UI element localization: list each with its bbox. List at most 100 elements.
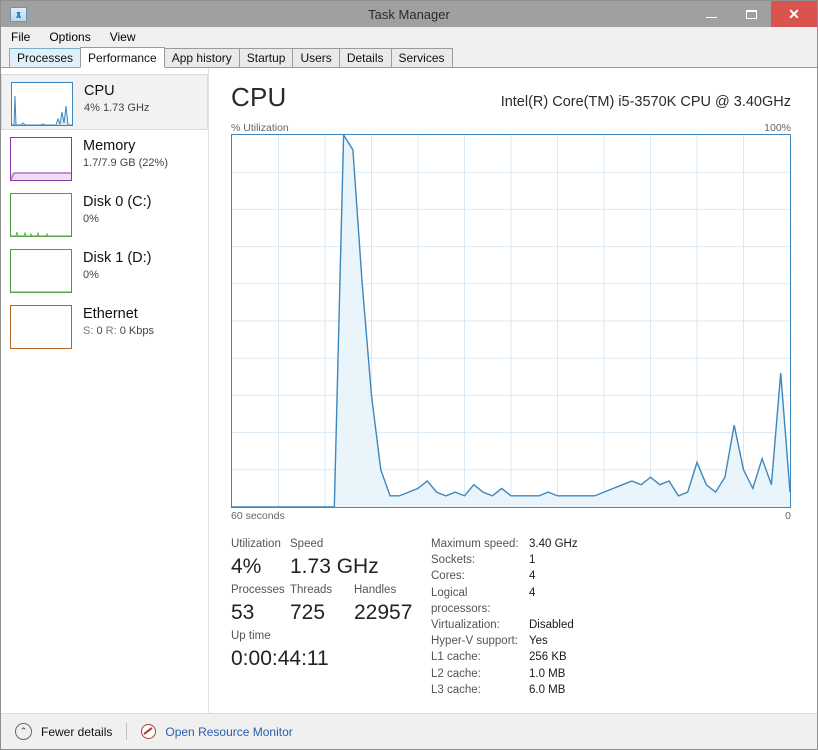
sidebar-item-cpu-text: CPU 4% 1.73 GHz	[84, 82, 149, 116]
disk1-thumbnail-chart	[10, 249, 72, 293]
sidebar-item-memory-subtitle: 1.7/7.9 GB (22%)	[83, 157, 168, 169]
open-resource-monitor-link[interactable]: Open Resource Monitor	[165, 725, 292, 739]
detail-logical-processors-key: Logical processors:	[431, 586, 491, 615]
x-axis-right-label: 0	[785, 510, 791, 522]
footer-divider	[126, 723, 128, 740]
detail-hyperv-support-value: Yes	[529, 635, 548, 648]
memory-thumbnail-chart	[10, 137, 72, 181]
tab-bar: Processes Performance App history Startu…	[1, 47, 817, 68]
title-bar[interactable]: Task Manager ✕	[1, 1, 817, 27]
stat-threads-label: Threads	[290, 584, 333, 596]
status-bar: ⌃ Fewer details Open Resource Monitor	[1, 713, 817, 749]
detail-maximum-speed-key: Maximum speed:	[431, 538, 519, 550]
sidebar-item-ethernet-title: Ethernet	[83, 306, 138, 322]
detail-l1-cache-value: 256 KB	[529, 651, 567, 664]
stat-processes: Processes 53	[231, 582, 290, 626]
detail-l2-cache-value: 1.0 MB	[529, 667, 566, 680]
cpu-thumbnail-chart	[11, 82, 73, 126]
cpu-header: CPU Intel(R) Core(TM) i5-3570K CPU @ 3.4…	[231, 82, 791, 113]
detail-virtualization: Virtualization: Disabled	[431, 617, 791, 633]
sidebar-item-disk0-title: Disk 0 (C:)	[83, 194, 152, 210]
menu-item-options[interactable]: Options	[49, 30, 90, 44]
sidebar-item-memory[interactable]: Memory 1.7/7.9 GB (22%)	[1, 130, 208, 186]
detail-l3-cache-value: 6.0 MB	[529, 683, 566, 696]
stat-uptime: Up time 0:00:44:11	[231, 628, 329, 672]
detail-cores-key: Cores:	[431, 570, 465, 583]
stat-utilization-value: 4%	[231, 555, 262, 578]
stat-speed-label: Speed	[290, 538, 324, 550]
cpu-model-label: Intel(R) Core(TM) i5-3570K CPU @ 3.40GHz	[500, 94, 791, 110]
resource-monitor-icon[interactable]	[141, 724, 157, 739]
sidebar-item-memory-title: Memory	[83, 138, 136, 154]
detail-sockets: Sockets: 1	[431, 552, 791, 568]
sidebar-item-disk0-subtitle: 0%	[83, 213, 99, 225]
detail-cores-value: 4	[529, 570, 536, 583]
sidebar-item-ethernet-subtitle: S: 0 R: 0 Kbps	[83, 324, 154, 339]
window-controls: ✕	[691, 1, 817, 27]
tab-performance[interactable]: Performance	[80, 47, 165, 68]
stat-speed: Speed 1.73 GHz	[290, 536, 390, 580]
tab-details[interactable]: Details	[338, 48, 392, 68]
detail-maximum-speed: Maximum speed: 3.40 GHz	[431, 536, 791, 552]
tab-users[interactable]: Users	[292, 48, 340, 68]
detail-hyperv-support: Hyper-V support: Yes	[431, 633, 791, 649]
ethernet-receive-label: R:	[105, 325, 117, 337]
sidebar-item-cpu-subtitle: 4% 1.73 GHz	[84, 102, 150, 114]
menu-item-view[interactable]: View	[110, 30, 136, 44]
detail-l1-cache-key: L1 cache:	[431, 651, 481, 664]
page-title: CPU	[231, 82, 287, 112]
ethernet-send-value: 0	[96, 325, 103, 337]
stat-speed-value: 1.73 GHz	[290, 555, 379, 578]
y-axis-label: % Utilization	[231, 122, 289, 134]
sidebar-item-disk0-text: Disk 0 (C:) 0%	[83, 193, 151, 227]
chart-grid	[232, 135, 790, 507]
tab-processes[interactable]: Processes	[9, 48, 82, 68]
detail-l1-cache: L1 cache: 256 KB	[431, 649, 791, 665]
close-button[interactable]: ✕	[771, 1, 817, 27]
sidebar-item-disk0[interactable]: Disk 0 (C:) 0%	[1, 186, 208, 242]
maximize-button[interactable]	[731, 1, 771, 27]
detail-logical-processors-value: 4	[529, 586, 536, 599]
ethernet-receive-value: 0 Kbps	[119, 325, 154, 337]
tab-services[interactable]: Services	[390, 48, 453, 68]
detail-l2-cache: L2 cache: 1.0 MB	[431, 666, 791, 682]
stat-row-uptime: Up time 0:00:44:11	[231, 628, 427, 672]
cpu-details-list: Maximum speed: 3.40 GHz Sockets: 1 Cores…	[427, 536, 791, 698]
fewer-details-button[interactable]: Fewer details	[41, 725, 112, 739]
ethernet-send-label: S:	[83, 325, 94, 337]
sidebar-item-cpu[interactable]: CPU 4% 1.73 GHz	[1, 74, 208, 130]
detail-hyperv-support-key: Hyper-V support:	[431, 635, 518, 648]
stat-processes-label: Processes	[231, 584, 285, 596]
detail-l3-cache-key: L3 cache:	[431, 683, 481, 696]
sidebar-item-memory-text: Memory 1.7/7.9 GB (22%)	[83, 137, 168, 171]
task-manager-window: Task Manager ✕ File Options View Process…	[0, 0, 818, 750]
detail-virtualization-value: Disabled	[529, 619, 574, 632]
stat-handles: Handles 22957	[354, 582, 418, 626]
stat-handles-value: 22957	[354, 601, 413, 624]
task-manager-icon	[10, 6, 27, 22]
stat-threads-value: 725	[290, 601, 326, 624]
detail-logical-processors: Logical processors: 4	[431, 585, 791, 617]
detail-maximum-speed-value: 3.40 GHz	[529, 538, 578, 550]
tab-startup[interactable]: Startup	[238, 48, 294, 68]
sidebar-item-disk1[interactable]: Disk 1 (D:) 0%	[1, 242, 208, 298]
chevron-up-icon[interactable]: ⌃	[15, 723, 32, 740]
cpu-utilization-chart[interactable]	[231, 134, 791, 508]
stat-utilization: Utilization 4%	[231, 536, 290, 580]
minimize-button[interactable]	[691, 1, 731, 27]
detail-sockets-value: 1	[529, 554, 536, 567]
y-axis-max-label: 100%	[764, 122, 791, 134]
tab-app-history[interactable]: App history	[163, 48, 240, 68]
cpu-stats: Utilization 4% Speed 1.73 GHz Processes …	[231, 536, 791, 698]
detail-cores: Cores: 4	[431, 568, 791, 584]
maximize-icon	[745, 9, 757, 19]
sidebar-item-ethernet[interactable]: Ethernet S: 0 R: 0 Kbps	[1, 298, 208, 354]
resource-list: CPU 4% 1.73 GHz Memory 1.7/7.9 GB (22%)	[1, 68, 209, 713]
sidebar-item-disk1-title: Disk 1 (D:)	[83, 250, 152, 266]
menu-item-file[interactable]: File	[11, 30, 30, 44]
close-icon: ✕	[788, 6, 800, 22]
detail-l2-cache-key: L2 cache:	[431, 667, 481, 680]
detail-sockets-key: Sockets:	[431, 554, 476, 567]
detail-l3-cache: L3 cache: 6.0 MB	[431, 682, 791, 698]
stat-uptime-label: Up time	[231, 630, 271, 642]
